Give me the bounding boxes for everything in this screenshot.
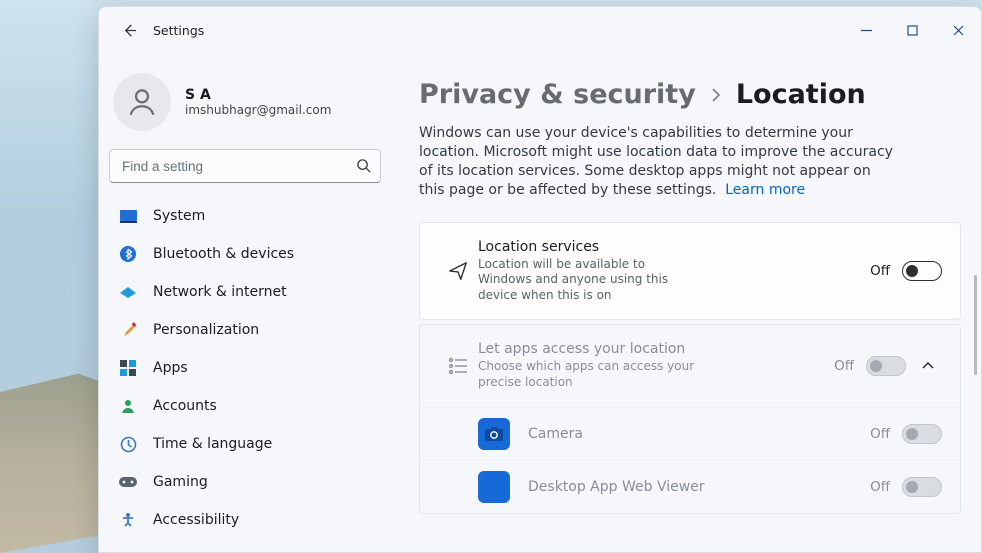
toggle-state-label: Off [834, 358, 854, 374]
desktop-web-viewer-location-toggle [902, 477, 942, 497]
minimize-icon [861, 25, 872, 36]
paintbrush-icon [119, 321, 137, 339]
sidebar-item-apps[interactable]: Apps [107, 349, 383, 387]
sidebar-item-personalization[interactable]: Personalization [107, 311, 383, 349]
page-title: Location [736, 79, 866, 110]
sidebar-item-label: Network & internet [153, 284, 287, 300]
sidebar-item-label: Bluetooth & devices [153, 246, 294, 262]
sidebar-item-accounts[interactable]: Accounts [107, 387, 383, 425]
toggle-state-label: Off [870, 426, 890, 442]
main-content: Privacy & security Location Windows can … [391, 53, 981, 552]
sidebar: S A imshubhagr@gmail.com System Bluetoot… [99, 53, 391, 552]
list-icon [438, 357, 478, 375]
person-icon [125, 85, 159, 119]
minimize-button[interactable] [843, 14, 889, 46]
settings-window: Settings S A imshubhagr@gmail.com [98, 6, 982, 553]
learn-more-link[interactable]: Learn more [725, 182, 805, 198]
apps-access-card: Let apps access your location Choose whi… [419, 324, 961, 513]
maximize-icon [907, 25, 918, 36]
wifi-icon [119, 283, 137, 301]
gamepad-icon [119, 473, 137, 491]
close-icon [953, 25, 964, 36]
main-scrollbar[interactable] [974, 275, 977, 375]
monitor-icon [119, 207, 137, 225]
account-icon [119, 397, 137, 415]
maximize-button[interactable] [889, 14, 935, 46]
bluetooth-icon [119, 245, 137, 263]
sidebar-item-label: Accounts [153, 398, 217, 414]
apps-icon [119, 359, 137, 377]
apps-access-toggle [866, 356, 906, 376]
apps-access-sub: Choose which apps can access your precis… [478, 359, 698, 390]
sidebar-item-label: System [153, 208, 205, 224]
breadcrumb-parent[interactable]: Privacy & security [419, 79, 696, 110]
sidebar-item-label: Personalization [153, 322, 259, 338]
sidebar-item-bluetooth[interactable]: Bluetooth & devices [107, 235, 383, 273]
accessibility-icon [119, 511, 137, 529]
app-row-camera: Camera Off [420, 407, 960, 460]
titlebar: Settings [99, 7, 981, 53]
app-title: Settings [153, 23, 204, 38]
nav-list: System Bluetooth & devices Network & int… [107, 197, 383, 544]
search-input[interactable] [109, 149, 381, 183]
avatar [113, 73, 171, 131]
chevron-right-icon [710, 88, 722, 102]
collapse-button[interactable] [914, 361, 942, 371]
location-services-card: Location services Location will be avail… [419, 222, 961, 321]
profile-name: S A [185, 87, 331, 103]
location-services-title: Location services [478, 239, 858, 255]
profile-email: imshubhagr@gmail.com [185, 103, 331, 117]
search-wrap [109, 149, 381, 183]
location-services-sub: Location will be available to Windows an… [478, 257, 698, 304]
back-button[interactable] [111, 12, 147, 48]
sidebar-item-gaming[interactable]: Gaming [107, 463, 383, 501]
sidebar-item-label: Time & language [153, 436, 272, 452]
camera-location-toggle [902, 424, 942, 444]
generic-app-icon [478, 471, 510, 503]
sidebar-item-label: Accessibility [153, 512, 239, 528]
breadcrumb: Privacy & security Location [419, 79, 961, 110]
toggle-state-label: Off [870, 479, 890, 495]
camera-app-icon [478, 418, 510, 450]
location-services-toggle[interactable] [902, 261, 942, 281]
toggle-state-label: Off [870, 263, 890, 279]
sidebar-item-network[interactable]: Network & internet [107, 273, 383, 311]
sidebar-item-label: Apps [153, 360, 188, 376]
sidebar-item-accessibility[interactable]: Accessibility [107, 501, 383, 539]
search-icon [356, 158, 371, 173]
sidebar-item-label: Gaming [153, 474, 208, 490]
apps-access-title: Let apps access your location [478, 341, 822, 357]
arrow-left-icon [122, 23, 137, 38]
app-name-label: Camera [528, 426, 870, 442]
sidebar-item-system[interactable]: System [107, 197, 383, 235]
app-name-label: Desktop App Web Viewer [528, 479, 870, 495]
clock-globe-icon [119, 435, 137, 453]
profile-block[interactable]: S A imshubhagr@gmail.com [107, 53, 383, 149]
close-button[interactable] [935, 14, 981, 46]
location-arrow-icon [438, 260, 478, 282]
window-controls [843, 14, 981, 46]
chevron-up-icon [921, 361, 935, 371]
app-row-desktop-web-viewer: Desktop App Web Viewer Off [420, 460, 960, 513]
page-description: Windows can use your device's capabiliti… [419, 124, 899, 200]
sidebar-item-time-language[interactable]: Time & language [107, 425, 383, 463]
